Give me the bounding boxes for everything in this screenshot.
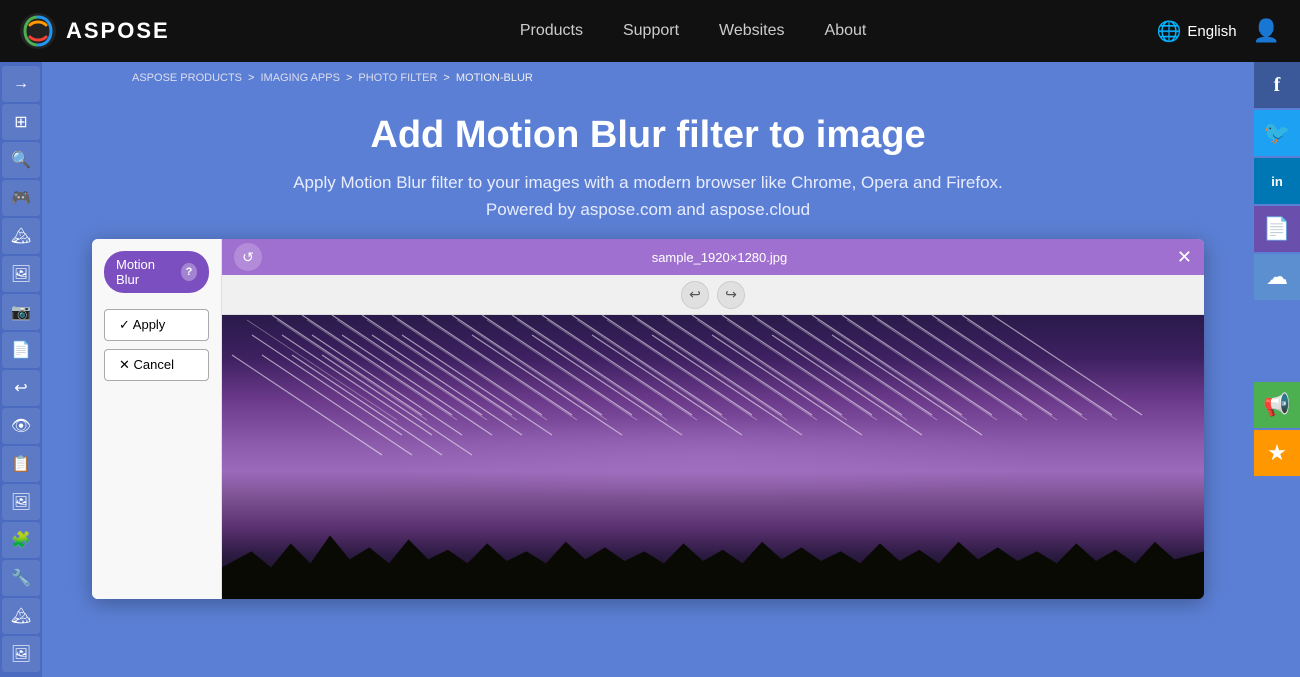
redo-button[interactable]: ↪ bbox=[717, 281, 745, 309]
filter-tag: Motion Blur ? bbox=[104, 251, 209, 293]
breadcrumb-sep-0: > bbox=[248, 72, 254, 84]
sidebar-btn-10[interactable]: 📋 bbox=[2, 446, 40, 482]
toolbar-close-button[interactable]: ✕ bbox=[1177, 247, 1192, 268]
breadcrumb-imaging[interactable]: IMAGING APPS bbox=[260, 72, 339, 84]
breadcrumb-current: MOTION-BLUR bbox=[456, 72, 533, 84]
breadcrumb: ASPOSE PRODUCTS > IMAGING APPS > PHOTO F… bbox=[42, 62, 1254, 94]
main-content: Motion Blur ? ✓ Apply ✕ Cancel ↺ sample_… bbox=[42, 239, 1254, 599]
sidebar-btn-14[interactable]: 🏔 bbox=[2, 598, 40, 634]
sidebar-btn-6[interactable]: 📷 bbox=[2, 294, 40, 330]
left-sidebar: → ⊞ 🔍 🎮 🏔 🖼 📷 📄 ↩ 👁 📋 🖼 🧩 🔧 🏔 🖼 bbox=[0, 62, 42, 677]
undo-button[interactable]: ↩ bbox=[681, 281, 709, 309]
sidebar-btn-0[interactable]: → bbox=[2, 66, 40, 102]
breadcrumb-sep-2: > bbox=[443, 72, 449, 84]
facebook-button[interactable]: f bbox=[1254, 62, 1300, 108]
editor-toolbar: ↺ sample_1920×1280.jpg ✕ bbox=[222, 239, 1204, 275]
filter-label: Motion Blur bbox=[116, 257, 175, 287]
sidebar-btn-8[interactable]: ↩ bbox=[2, 370, 40, 406]
sidebar-btn-4[interactable]: 🏔 bbox=[2, 218, 40, 254]
language-label: English bbox=[1187, 23, 1236, 40]
sidebar-btn-1[interactable]: ⊞ bbox=[2, 104, 40, 140]
sidebar-btn-2[interactable]: 🔍 bbox=[2, 142, 40, 178]
image-preview-area bbox=[222, 315, 1204, 599]
help-icon[interactable]: ? bbox=[181, 263, 197, 281]
editor-panel: ↺ sample_1920×1280.jpg ✕ ↩ ↪ bbox=[222, 239, 1204, 599]
editor-nav-bar: ↩ ↪ bbox=[222, 275, 1204, 315]
globe-icon: 🌐 bbox=[1156, 19, 1181, 44]
star-icon: ★ bbox=[1267, 440, 1287, 466]
toolbar-left: ↺ bbox=[234, 243, 262, 271]
sidebar-btn-7[interactable]: 📄 bbox=[2, 332, 40, 368]
nav-products[interactable]: Products bbox=[520, 22, 583, 40]
editor-box: Motion Blur ? ✓ Apply ✕ Cancel ↺ sample_… bbox=[92, 239, 1204, 599]
file-share-icon: 📄 bbox=[1263, 216, 1290, 242]
refresh-icon: ↺ bbox=[242, 249, 254, 266]
sidebar-btn-5[interactable]: 🖼 bbox=[2, 256, 40, 292]
cancel-button[interactable]: ✕ Cancel bbox=[104, 349, 209, 381]
megaphone-button[interactable]: 📢 bbox=[1254, 382, 1300, 428]
sidebar-btn-12[interactable]: 🧩 bbox=[2, 522, 40, 558]
megaphone-icon: 📢 bbox=[1263, 392, 1290, 418]
apply-button[interactable]: ✓ Apply bbox=[104, 309, 209, 341]
hero-powered-by: Powered by aspose.com and aspose.cloud bbox=[62, 196, 1234, 223]
hero-subtitle: Apply Motion Blur filter to your images … bbox=[62, 169, 1234, 196]
linkedin-button[interactable]: in bbox=[1254, 158, 1300, 204]
sidebar-btn-15[interactable]: 🖼 bbox=[2, 636, 40, 672]
right-social-panel: f 🐦 in 📄 ☁ 📢 ★ bbox=[1254, 62, 1300, 478]
nav-websites[interactable]: Websites bbox=[719, 22, 785, 40]
linkedin-icon: in bbox=[1271, 174, 1283, 189]
file-share-button[interactable]: 📄 bbox=[1254, 206, 1300, 252]
logo-area[interactable]: ASPOSE bbox=[20, 13, 170, 49]
star-button[interactable]: ★ bbox=[1254, 430, 1300, 476]
editor-left-panel: Motion Blur ? ✓ Apply ✕ Cancel bbox=[92, 239, 222, 599]
breadcrumb-photofilter[interactable]: PHOTO FILTER bbox=[358, 72, 437, 84]
cloud-glow bbox=[369, 415, 1056, 500]
sidebar-btn-11[interactable]: 🖼 bbox=[2, 484, 40, 520]
cloud-button[interactable]: ☁ bbox=[1254, 254, 1300, 300]
top-navigation: ASPOSE Products Support Websites About 🌐… bbox=[0, 0, 1300, 62]
logo-text: ASPOSE bbox=[66, 18, 170, 44]
page-title: Add Motion Blur filter to image bbox=[62, 114, 1234, 157]
nav-support[interactable]: Support bbox=[623, 22, 679, 40]
editor-filename: sample_1920×1280.jpg bbox=[262, 250, 1177, 265]
hero-section: Add Motion Blur filter to image Apply Mo… bbox=[42, 94, 1254, 239]
twitter-button[interactable]: 🐦 bbox=[1254, 110, 1300, 156]
facebook-icon: f bbox=[1274, 74, 1281, 97]
toolbar-refresh-button[interactable]: ↺ bbox=[234, 243, 262, 271]
sidebar-btn-9[interactable]: 👁 bbox=[2, 408, 40, 444]
nav-right: 🌐 English 👤 bbox=[1156, 18, 1280, 44]
sidebar-btn-3[interactable]: 🎮 bbox=[2, 180, 40, 216]
breadcrumb-aspose[interactable]: ASPOSE PRODUCTS bbox=[132, 72, 242, 84]
language-selector[interactable]: 🌐 English bbox=[1156, 19, 1236, 44]
image-preview bbox=[222, 315, 1204, 599]
aspose-logo-icon bbox=[20, 13, 56, 49]
breadcrumb-sep-1: > bbox=[346, 72, 352, 84]
cloud-icon: ☁ bbox=[1266, 264, 1288, 290]
twitter-icon: 🐦 bbox=[1263, 120, 1290, 146]
user-icon[interactable]: 👤 bbox=[1253, 18, 1280, 44]
nav-about[interactable]: About bbox=[825, 22, 867, 40]
nav-links: Products Support Websites About bbox=[230, 22, 1157, 40]
sidebar-btn-13[interactable]: 🔧 bbox=[2, 560, 40, 596]
